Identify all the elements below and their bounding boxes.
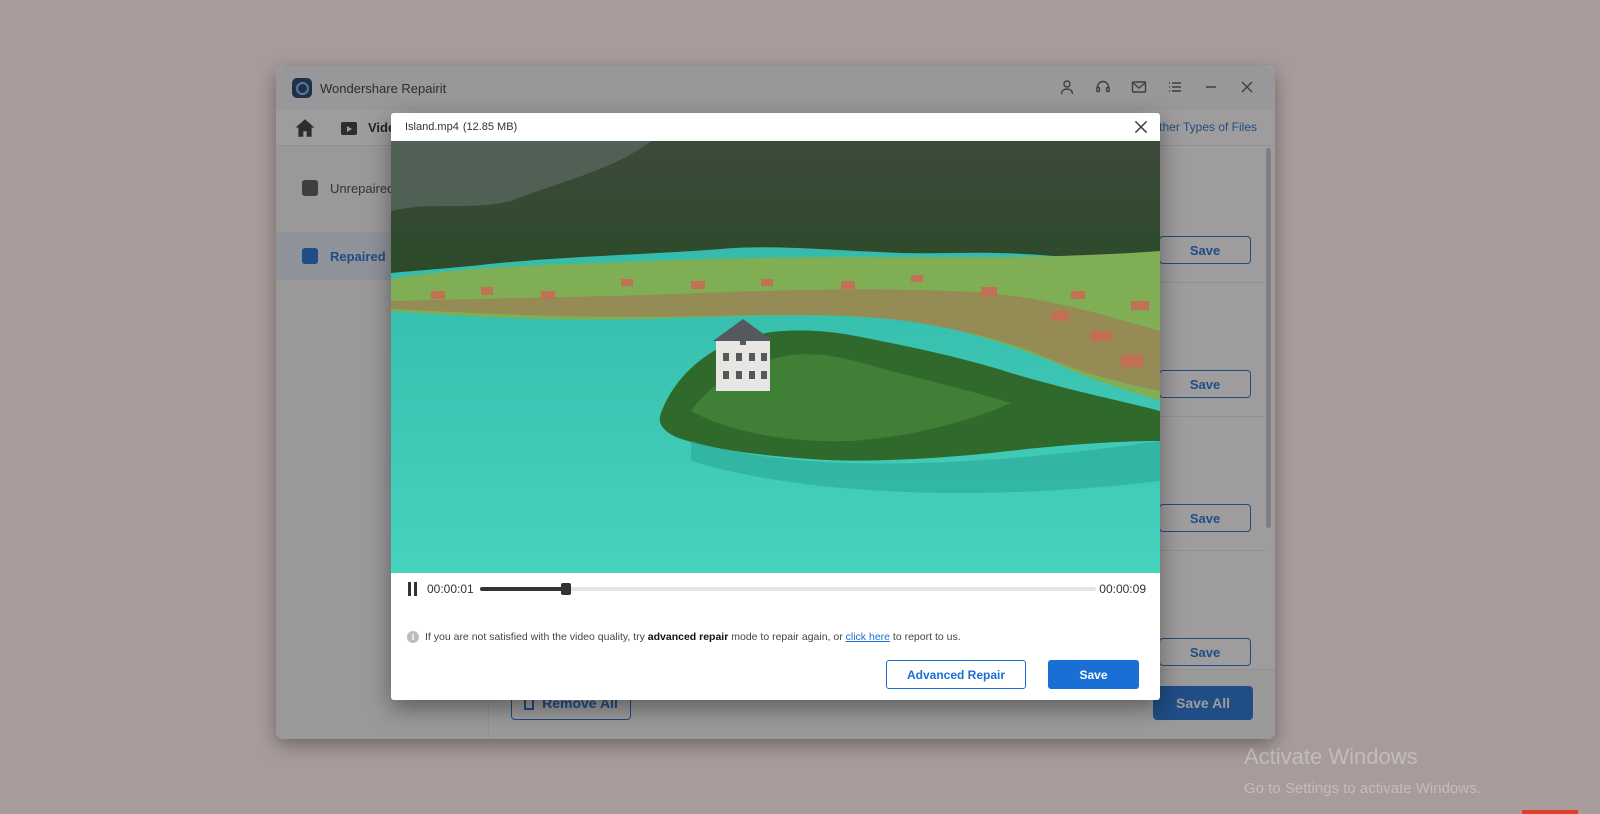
dialog-header: Island.mp4 (12.85 MB) xyxy=(391,113,1160,141)
total-time: 00:00:09 xyxy=(1099,582,1146,596)
save-button[interactable]: Save xyxy=(1048,660,1139,689)
seek-progress xyxy=(480,587,567,591)
note-suffix: to report to us. xyxy=(890,631,961,643)
video-frame xyxy=(391,141,1160,573)
activation-watermark-title: Activate Windows xyxy=(1244,744,1418,769)
video-preview-dialog: Island.mp4 (12.85 MB) 00:00:01 00:00:09 … xyxy=(391,113,1160,700)
file-name: Island.mp4 xyxy=(405,121,459,133)
activation-watermark-text: Go to Settings to activate Windows. xyxy=(1244,780,1481,797)
note-bold: advanced repair xyxy=(647,631,729,643)
playback-controls: 00:00:01 00:00:09 xyxy=(391,573,1160,605)
advanced-repair-button[interactable]: Advanced Repair xyxy=(886,660,1026,689)
note-middle: mode to repair again, or xyxy=(728,631,846,643)
taskbar-accent xyxy=(1522,810,1578,814)
info-icon: i xyxy=(407,631,419,643)
quality-note: i If you are not satisfied with the vide… xyxy=(407,631,961,643)
file-size: (12.85 MB) xyxy=(462,121,518,133)
dialog-close-icon[interactable] xyxy=(1132,118,1150,136)
seek-handle[interactable] xyxy=(561,583,572,595)
note-prefix: If you are not satisfied with the video … xyxy=(425,631,648,643)
seek-bar[interactable] xyxy=(480,583,1096,595)
video-player[interactable] xyxy=(391,141,1160,573)
pause-icon[interactable] xyxy=(407,582,419,596)
note-text: If you are not satisfied with the video … xyxy=(425,631,961,643)
current-time: 00:00:01 xyxy=(427,582,474,596)
report-link[interactable]: click here xyxy=(846,631,890,643)
